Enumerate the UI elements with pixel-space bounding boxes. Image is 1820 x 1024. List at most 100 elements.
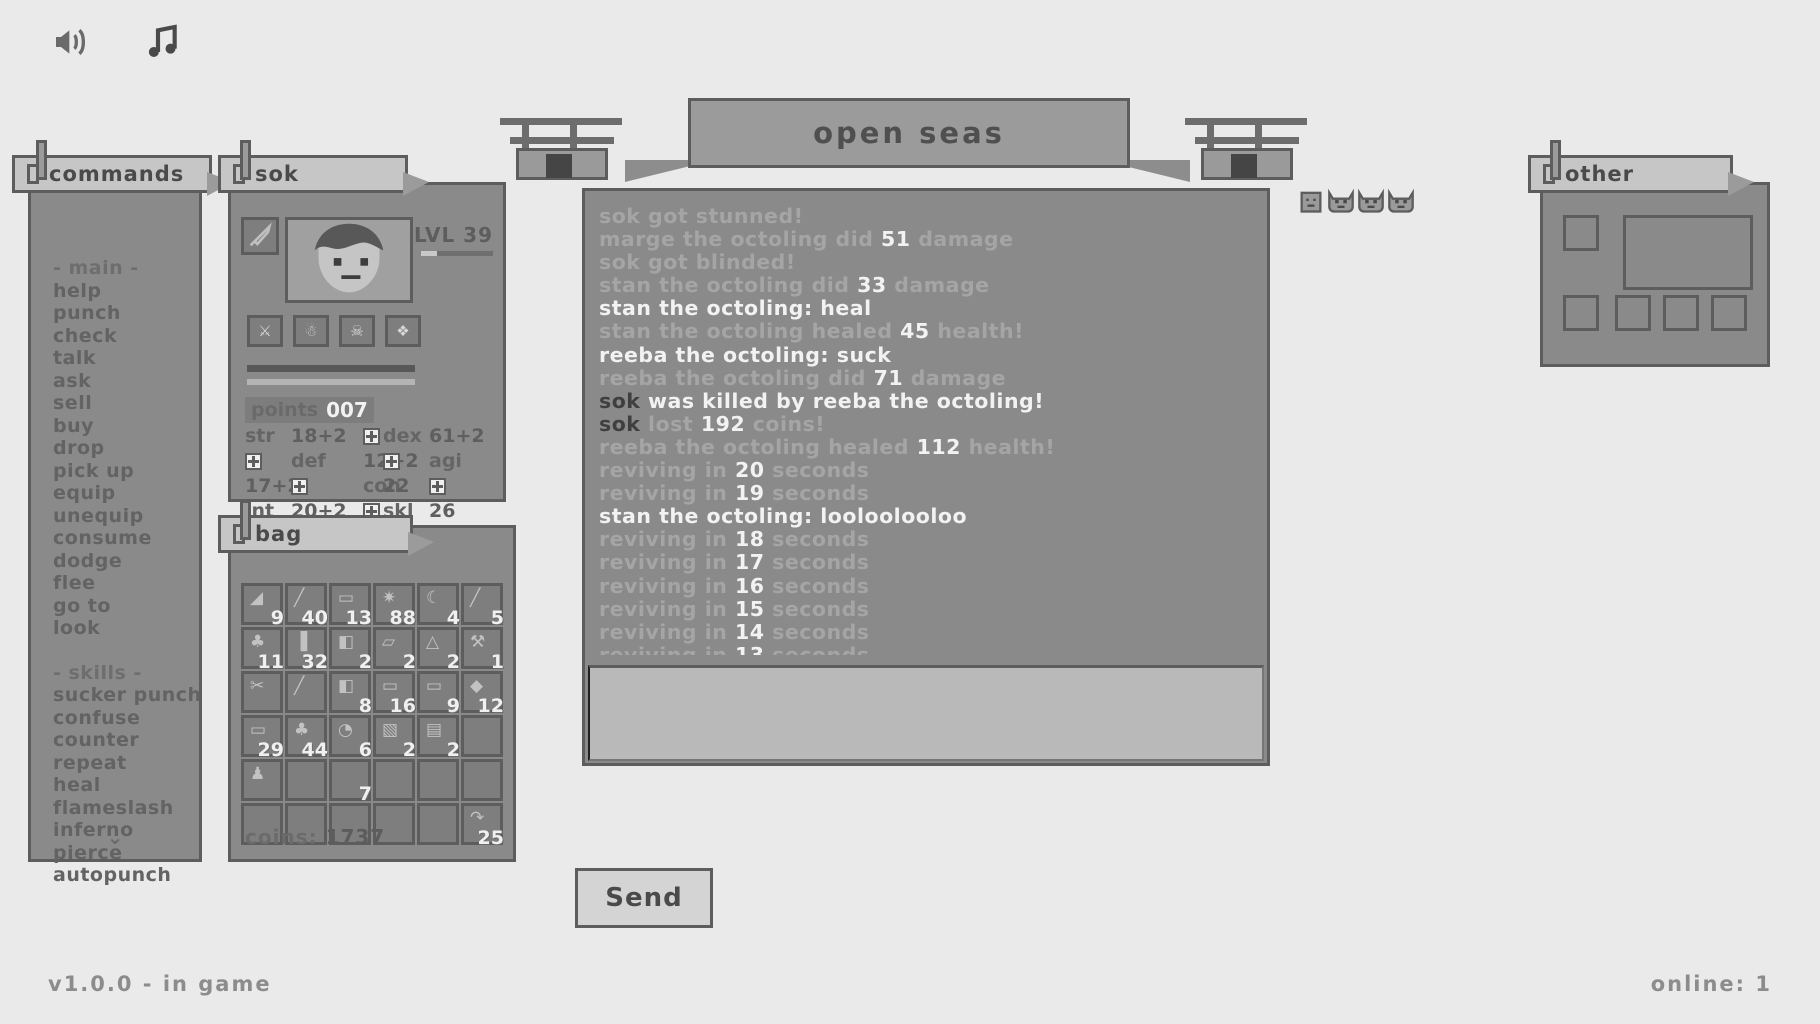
stat-increase-button-str[interactable] <box>363 427 380 445</box>
stat-increase-button-def[interactable] <box>383 452 400 470</box>
chat-number: 112 <box>916 434 961 459</box>
command-item-autopunch[interactable]: autopunch <box>53 864 202 887</box>
chat-number: 15 <box>734 596 765 621</box>
other-slot-5[interactable] <box>1711 295 1747 331</box>
bag-item-quantity: 2 <box>402 739 416 761</box>
bag-slot-28[interactable] <box>373 759 415 801</box>
ability-slot-1[interactable]: ⚔ <box>247 315 283 347</box>
bag-slot-1[interactable]: ◢ 9 <box>241 583 284 629</box>
bag-slot-11[interactable]: △ 2 <box>417 627 460 673</box>
chat-log-line: stan the octoling did 33 damage <box>599 273 990 298</box>
bag-slot-29[interactable] <box>417 759 459 801</box>
command-item-dodge[interactable]: dodge <box>53 550 202 573</box>
command-item-punch[interactable]: punch <box>53 302 202 325</box>
stat-increase-button-con[interactable] <box>429 477 446 495</box>
bag-slot-20[interactable]: ♣ 44 <box>285 715 328 761</box>
bag-item-icon: ▭ <box>250 720 267 740</box>
ability-slot-4[interactable]: ❖ <box>385 315 421 347</box>
stat-name-con: con <box>363 475 401 497</box>
other-slot-preview[interactable] <box>1623 215 1753 290</box>
bag-slot-35[interactable] <box>417 803 459 845</box>
ability-slot-3[interactable]: ☠ <box>339 315 375 347</box>
commands-scroll-down-icon[interactable]: ⌄ <box>31 825 199 849</box>
bag-slot-18[interactable]: ◆ 12 <box>461 671 504 717</box>
command-item-sucker-punch[interactable]: sucker punch <box>53 684 202 707</box>
bag-slot-2[interactable]: ╱ 40 <box>285 583 328 629</box>
command-item-consume[interactable]: consume <box>53 527 202 550</box>
other-slot-4[interactable] <box>1663 295 1699 331</box>
command-item-unequip[interactable]: unequip <box>53 505 202 528</box>
bag-slot-21[interactable]: ◔ 6 <box>329 715 372 761</box>
octoling-head[interactable] <box>1327 188 1355 214</box>
music-note-icon[interactable] <box>142 22 184 62</box>
equip-slot-weapon[interactable] <box>241 217 279 255</box>
command-item-pick-up[interactable]: pick up <box>53 460 202 483</box>
bag-slot-24[interactable] <box>461 715 503 757</box>
stat-value-con: 22 <box>383 475 410 497</box>
bag-slot-22[interactable]: ▧ 2 <box>373 715 416 761</box>
stat-increase-button-agi[interactable] <box>291 477 308 495</box>
ability-slot-2[interactable]: ☃ <box>293 315 329 347</box>
command-item-talk[interactable]: talk <box>53 347 202 370</box>
bag-slot-13[interactable]: ✂ <box>241 671 283 713</box>
bag-slot-7[interactable]: ♣ 11 <box>241 627 284 673</box>
bag-item-icon: ☾ <box>426 588 442 608</box>
bag-item-icon: ◔ <box>338 720 353 740</box>
command-item-equip[interactable]: equip <box>53 482 202 505</box>
command-item-flameslash[interactable]: flameslash <box>53 797 202 820</box>
command-item-ask[interactable]: ask <box>53 370 202 393</box>
chat-number: 16 <box>734 573 765 598</box>
bag-slot-5[interactable]: ☾ 4 <box>417 583 460 629</box>
other-slot-2[interactable] <box>1563 295 1599 331</box>
chat-input[interactable] <box>588 665 1264 761</box>
other-slot-1[interactable] <box>1563 215 1599 251</box>
bag-slot-14[interactable]: ╱ <box>285 671 327 713</box>
bag-slot-4[interactable]: ✷ 88 <box>373 583 416 629</box>
sword-icon <box>249 222 272 247</box>
command-item-flee[interactable]: flee <box>53 572 202 595</box>
command-item-buy[interactable]: buy <box>53 415 202 438</box>
chat-log-line: stan the octoling healed 45 health! <box>599 319 1024 344</box>
command-item-repeat[interactable]: repeat <box>53 752 202 775</box>
command-item-heal[interactable]: heal <box>53 774 202 797</box>
bag-slot-16[interactable]: ▭ 16 <box>373 671 416 717</box>
bag-item-quantity: 4 <box>446 607 460 629</box>
send-button[interactable]: Send <box>575 868 713 928</box>
command-item-look[interactable]: look <box>53 617 202 640</box>
other-slot-3[interactable] <box>1615 295 1651 331</box>
bag-slot-25[interactable]: ♟ <box>241 759 283 801</box>
bag-slot-30[interactable] <box>461 759 503 801</box>
command-item-drop[interactable]: drop <box>53 437 202 460</box>
bag-slot-6[interactable]: ╱ 5 <box>461 583 504 629</box>
bag-item-quantity: 12 <box>477 695 504 717</box>
player-head[interactable] <box>1297 188 1325 214</box>
command-item-confuse[interactable]: confuse <box>53 707 202 730</box>
bag-slot-17[interactable]: ▭ 9 <box>417 671 460 717</box>
command-item-sell[interactable]: sell <box>53 392 202 415</box>
octoling-head[interactable] <box>1387 188 1415 214</box>
chat-log-line: reviving in 14 seconds <box>599 619 870 644</box>
title-ribbon-tail <box>1728 172 1754 196</box>
bag-slot-36[interactable]: ↷ 25 <box>461 803 504 849</box>
bag-slot-26[interactable] <box>285 759 327 801</box>
command-item-go-to[interactable]: go to <box>53 595 202 618</box>
bag-slot-3[interactable]: ▭ 13 <box>329 583 372 629</box>
bag-slot-10[interactable]: ▱ 2 <box>373 627 416 673</box>
chat-log-line: reviving in 19 seconds <box>599 481 870 506</box>
octoling-head[interactable] <box>1357 188 1385 214</box>
bag-item-icon: ♣ <box>250 632 266 652</box>
bag-slot-19[interactable]: ▭ 29 <box>241 715 284 761</box>
commands-section-header: - main - <box>53 257 139 279</box>
command-item-counter[interactable]: counter <box>53 729 202 752</box>
bag-slot-9[interactable]: ◧ 2 <box>329 627 372 673</box>
command-item-check[interactable]: check <box>53 325 202 348</box>
command-item-help[interactable]: help <box>53 280 202 303</box>
audio-controls <box>50 22 184 62</box>
bag-slot-12[interactable]: ⚒ 1 <box>461 627 504 673</box>
sound-on-icon[interactable] <box>50 22 92 62</box>
bag-slot-27[interactable]: 7 <box>329 759 372 805</box>
bag-slot-15[interactable]: ◧ 8 <box>329 671 372 717</box>
bag-slot-23[interactable]: ▤ 2 <box>417 715 460 761</box>
bag-slot-8[interactable]: ▐ 32 <box>285 627 328 673</box>
stat-increase-button-dex[interactable] <box>245 452 262 470</box>
